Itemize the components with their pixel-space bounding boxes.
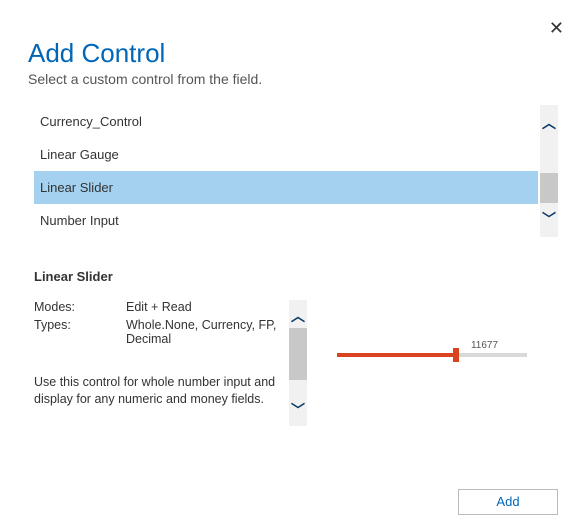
slider-value-label: 11677 — [421, 340, 548, 351]
dialog-content: Add Control Select a custom control from… — [0, 0, 586, 426]
detail-types-row: Types: Whole.None, Currency, FP, Decimal — [34, 318, 279, 346]
dialog-subtitle: Select a custom control from the field. — [28, 71, 558, 87]
types-label: Types: — [34, 318, 126, 346]
control-list-item[interactable]: Linear Slider — [34, 171, 538, 204]
control-list-scrollbar[interactable]: ︿ ﹀ — [540, 105, 558, 237]
close-button[interactable]: ✕ — [549, 18, 564, 39]
slider-track[interactable] — [337, 353, 527, 357]
control-list: Currency_Control Linear Gauge Linear Sli… — [34, 105, 558, 237]
control-list-item[interactable]: Number Input — [34, 204, 538, 237]
detail-section: Linear Slider Modes: Edit + Read Types: … — [34, 269, 558, 426]
scrollbar-thumb[interactable] — [289, 328, 307, 380]
types-value: Whole.None, Currency, FP, Decimal — [126, 318, 279, 346]
control-list-container: Currency_Control Linear Gauge Linear Sli… — [34, 105, 558, 237]
detail-text: Modes: Edit + Read Types: Whole.None, Cu… — [34, 300, 279, 408]
slider-fill — [337, 353, 457, 357]
slider-handle[interactable] — [453, 348, 459, 362]
control-list-item[interactable]: Linear Gauge — [34, 138, 538, 171]
dialog-footer: Add — [458, 489, 558, 515]
modes-label: Modes: — [34, 300, 126, 314]
detail-description: Use this control for whole number input … — [34, 374, 279, 408]
control-list-item[interactable]: Currency_Control — [34, 105, 538, 138]
scrollbar-thumb[interactable] — [540, 173, 558, 203]
dialog-title: Add Control — [28, 38, 558, 69]
detail-body: Modes: Edit + Read Types: Whole.None, Cu… — [34, 300, 558, 426]
modes-value: Edit + Read — [126, 300, 279, 314]
chevron-down-icon[interactable]: ﹀ — [542, 201, 556, 237]
detail-title: Linear Slider — [34, 269, 558, 284]
close-icon: ✕ — [549, 18, 564, 38]
detail-modes-row: Modes: Edit + Read — [34, 300, 279, 314]
slider-preview: 11677 — [317, 300, 558, 357]
detail-scrollbar[interactable]: ︿ ﹀ — [289, 300, 307, 426]
add-button[interactable]: Add — [458, 489, 558, 515]
chevron-down-icon[interactable]: ﹀ — [291, 394, 305, 426]
chevron-up-icon[interactable]: ︿ — [542, 105, 556, 141]
